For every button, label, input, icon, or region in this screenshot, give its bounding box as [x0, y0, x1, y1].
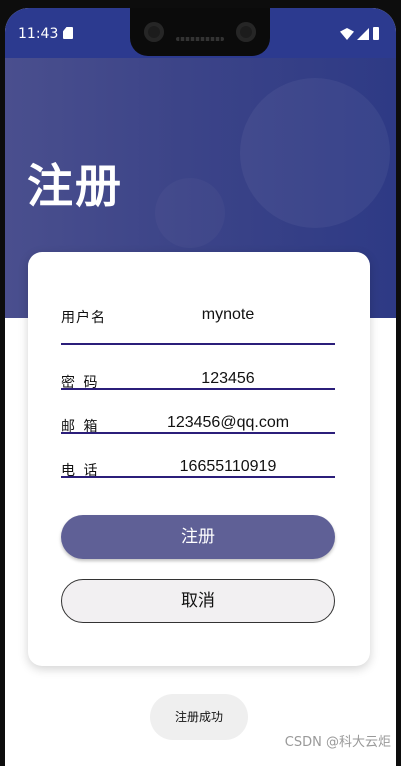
camera-notch: [130, 8, 270, 56]
app-screen: 11:43 注册 用户名 mynote 密 码 123456 邮 箱 12345…: [5, 8, 396, 766]
register-form-card: 用户名 mynote 密 码 123456 邮 箱 123456@qq.com …: [28, 252, 370, 666]
front-sensor-icon: [236, 22, 256, 42]
username-label: 用户名: [61, 310, 106, 326]
sd-card-icon: [63, 27, 73, 39]
phone-input[interactable]: 16655110919: [121, 458, 335, 476]
email-underline: [61, 432, 335, 434]
password-input[interactable]: 123456: [121, 370, 335, 388]
phone-frame: 11:43 注册 用户名 mynote 密 码 123456 邮 箱 12345…: [0, 0, 401, 766]
email-row: 邮 箱 123456@qq.com: [61, 412, 335, 456]
register-button[interactable]: 注册: [61, 515, 335, 559]
phone-row: 电 话 16655110919: [61, 456, 335, 500]
watermark-text: CSDN @科大云炬: [284, 735, 391, 750]
toast-message: 注册成功: [150, 694, 248, 740]
front-camera-icon: [144, 22, 164, 42]
signal-icon: [357, 28, 369, 40]
decor-circle: [240, 78, 390, 228]
username-input[interactable]: mynote: [121, 306, 335, 324]
status-time: 11:43: [18, 26, 59, 42]
email-input[interactable]: 123456@qq.com: [121, 414, 335, 432]
phone-underline: [61, 476, 335, 478]
username-row: 用户名 mynote: [61, 305, 335, 349]
battery-icon: [373, 27, 379, 40]
wifi-icon: [340, 28, 354, 40]
password-underline: [61, 388, 335, 390]
page-title: 注册: [27, 159, 123, 213]
earpiece-speaker: [176, 37, 224, 41]
status-bar: 11:43: [5, 8, 396, 58]
decor-circle: [155, 178, 225, 248]
password-row: 密 码 123456: [61, 368, 335, 412]
cancel-button[interactable]: 取消: [61, 579, 335, 623]
username-underline: [61, 343, 335, 345]
